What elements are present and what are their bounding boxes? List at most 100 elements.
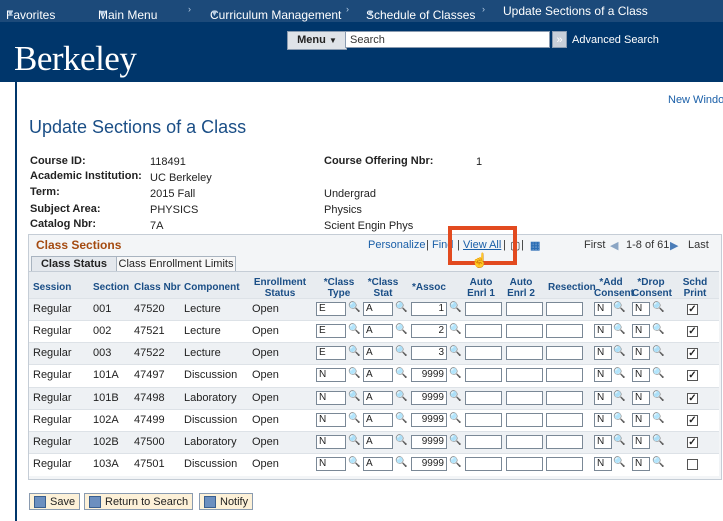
lookup-icon[interactable]: 🔍	[395, 457, 407, 468]
auto-enrl-2-input[interactable]	[506, 435, 543, 449]
class-type-input[interactable]: E	[316, 302, 346, 316]
assoc-input[interactable]: 9999	[411, 457, 447, 471]
lookup-icon[interactable]: 🔍	[652, 391, 664, 402]
lookup-icon[interactable]: 🔍	[652, 413, 664, 424]
resection-input[interactable]	[546, 435, 583, 449]
schd-print-checkbox-checked[interactable]: ✓	[687, 304, 698, 315]
lookup-icon[interactable]: 🔍	[348, 324, 360, 335]
class-stat-input[interactable]: A	[363, 302, 393, 316]
schd-print-checkbox-checked[interactable]: ✓	[687, 437, 698, 448]
breadcrumb-update-sections[interactable]: Update Sections of a Class	[503, 4, 648, 18]
assoc-input[interactable]: 9999	[411, 435, 447, 449]
lookup-icon[interactable]: 🔍	[395, 346, 407, 357]
lookup-icon[interactable]: 🔍	[449, 413, 461, 424]
lookup-icon[interactable]: 🔍	[613, 324, 625, 335]
class-type-input[interactable]: E	[316, 324, 346, 338]
save-button[interactable]: Save	[29, 493, 81, 510]
add-consent-input[interactable]: N	[594, 302, 612, 316]
class-stat-input[interactable]: A	[363, 346, 393, 360]
class-stat-input[interactable]: A	[363, 368, 393, 382]
add-consent-input[interactable]: N	[594, 457, 612, 471]
schd-print-checkbox-checked[interactable]: ✓	[687, 415, 698, 426]
lookup-icon[interactable]: 🔍	[395, 435, 407, 446]
resection-input[interactable]	[546, 413, 583, 427]
add-consent-input[interactable]: N	[594, 324, 612, 338]
resection-input[interactable]	[546, 302, 583, 316]
schd-print-checkbox-checked[interactable]: ✓	[687, 393, 698, 404]
lookup-icon[interactable]: 🔍	[348, 346, 360, 357]
auto-enrl-2-input[interactable]	[506, 302, 543, 316]
class-type-input[interactable]: N	[316, 391, 346, 405]
lookup-icon[interactable]: 🔍	[613, 346, 625, 357]
tab-class-status[interactable]: Class Status	[31, 256, 117, 272]
class-stat-input[interactable]: A	[363, 413, 393, 427]
lookup-icon[interactable]: 🔍	[652, 457, 664, 468]
drop-consent-input[interactable]: N	[632, 457, 650, 471]
menu-button[interactable]: Menu ▼	[287, 31, 347, 50]
class-stat-input[interactable]: A	[363, 324, 393, 338]
drop-consent-input[interactable]: N	[632, 324, 650, 338]
auto-enrl-1-input[interactable]	[465, 413, 502, 427]
prev-arrow-icon[interactable]: ◀	[610, 239, 618, 252]
auto-enrl-2-input[interactable]	[506, 368, 543, 382]
drop-consent-input[interactable]: N	[632, 302, 650, 316]
auto-enrl-1-input[interactable]	[465, 346, 502, 360]
lookup-icon[interactable]: 🔍	[348, 302, 360, 313]
lookup-icon[interactable]: 🔍	[652, 435, 664, 446]
lookup-icon[interactable]: 🔍	[449, 302, 461, 313]
drop-consent-input[interactable]: N	[632, 435, 650, 449]
lookup-icon[interactable]: 🔍	[652, 324, 664, 335]
search-input[interactable]: Search	[345, 31, 550, 48]
class-type-input[interactable]: N	[316, 457, 346, 471]
drop-consent-input[interactable]: N	[632, 413, 650, 427]
lookup-icon[interactable]: 🔍	[449, 391, 461, 402]
last-label[interactable]: Last	[688, 239, 709, 251]
search-go-icon[interactable]: »	[552, 31, 567, 48]
lookup-icon[interactable]: 🔍	[348, 368, 360, 379]
schd-print-checkbox-checked[interactable]: ✓	[687, 326, 698, 337]
add-consent-input[interactable]: N	[594, 346, 612, 360]
assoc-input[interactable]: 3	[411, 346, 447, 360]
class-type-input[interactable]: E	[316, 346, 346, 360]
lookup-icon[interactable]: 🔍	[652, 368, 664, 379]
notify-button[interactable]: Notify	[199, 493, 254, 510]
add-consent-input[interactable]: N	[594, 368, 612, 382]
lookup-icon[interactable]: 🔍	[613, 368, 625, 379]
class-stat-input[interactable]: A	[363, 435, 393, 449]
resection-input[interactable]	[546, 346, 583, 360]
lookup-icon[interactable]: 🔍	[395, 368, 407, 379]
add-consent-input[interactable]: N	[594, 435, 612, 449]
lookup-icon[interactable]: 🔍	[613, 435, 625, 446]
advanced-search-link[interactable]: Advanced Search	[572, 34, 659, 46]
lookup-icon[interactable]: 🔍	[348, 391, 360, 402]
assoc-input[interactable]: 9999	[411, 413, 447, 427]
tab-enrollment-limits[interactable]: Class Enrollment Limits	[116, 256, 236, 272]
auto-enrl-1-input[interactable]	[465, 302, 502, 316]
auto-enrl-2-input[interactable]	[506, 391, 543, 405]
lookup-icon[interactable]: 🔍	[348, 435, 360, 446]
class-type-input[interactable]: N	[316, 435, 346, 449]
resection-input[interactable]	[546, 368, 583, 382]
lookup-icon[interactable]: 🔍	[613, 413, 625, 424]
class-type-input[interactable]: N	[316, 368, 346, 382]
resection-input[interactable]	[546, 457, 583, 471]
lookup-icon[interactable]: 🔍	[449, 457, 461, 468]
lookup-icon[interactable]: 🔍	[348, 457, 360, 468]
class-stat-input[interactable]: A	[363, 391, 393, 405]
schd-print-checkbox[interactable]	[687, 459, 698, 470]
assoc-input[interactable]: 1	[411, 302, 447, 316]
resection-input[interactable]	[546, 324, 583, 338]
resection-input[interactable]	[546, 391, 583, 405]
auto-enrl-1-input[interactable]	[465, 368, 502, 382]
lookup-icon[interactable]: 🔍	[348, 413, 360, 424]
lookup-icon[interactable]: 🔍	[395, 391, 407, 402]
class-stat-input[interactable]: A	[363, 457, 393, 471]
auto-enrl-2-input[interactable]	[506, 324, 543, 338]
assoc-input[interactable]: 9999	[411, 368, 447, 382]
lookup-icon[interactable]: 🔍	[449, 324, 461, 335]
auto-enrl-2-input[interactable]	[506, 457, 543, 471]
next-arrow-icon[interactable]: ▶	[670, 239, 678, 252]
add-consent-input[interactable]: N	[594, 413, 612, 427]
lookup-icon[interactable]: 🔍	[449, 346, 461, 357]
auto-enrl-1-input[interactable]	[465, 391, 502, 405]
